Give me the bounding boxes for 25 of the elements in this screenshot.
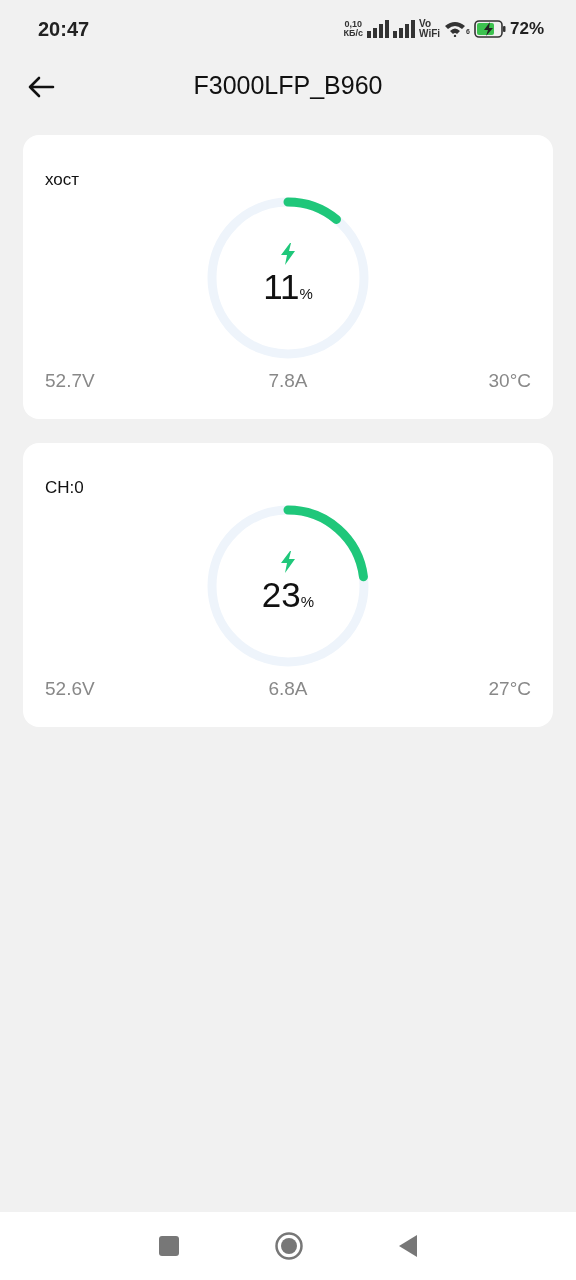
current-value: 7.8A [268, 368, 308, 393]
battery-percent: 72% [509, 18, 544, 41]
vowifi-label: Vo WiFi [419, 19, 441, 39]
pack-name: хост [45, 170, 80, 189]
voltage-value: 52.6V [45, 676, 96, 701]
current-value: 6.8A [268, 676, 308, 701]
lightning-icon [280, 550, 296, 573]
battery-icon [473, 20, 506, 38]
charge-percent: 23% [261, 576, 315, 614]
charge-percent: 11% [263, 268, 313, 306]
voltage-value: 52.7V [45, 368, 96, 393]
signal-icon [367, 20, 390, 38]
lightning-icon [280, 242, 296, 265]
temperature-value: 30°C [487, 368, 531, 393]
wifi-icon [444, 21, 467, 37]
back-nav-button[interactable] [398, 1234, 418, 1258]
recents-button[interactable] [158, 1235, 180, 1257]
temperature-value: 27°C [487, 676, 531, 701]
back-arrow-icon [27, 76, 55, 98]
signal-icon [393, 20, 416, 38]
pack-name: CH:0 [45, 478, 84, 497]
page-title: F3000LFP_B960 [193, 70, 383, 102]
home-button[interactable] [274, 1231, 304, 1261]
network-speed: 0,10 КБ/с [343, 20, 364, 38]
status-time: 20:47 [38, 17, 90, 42]
